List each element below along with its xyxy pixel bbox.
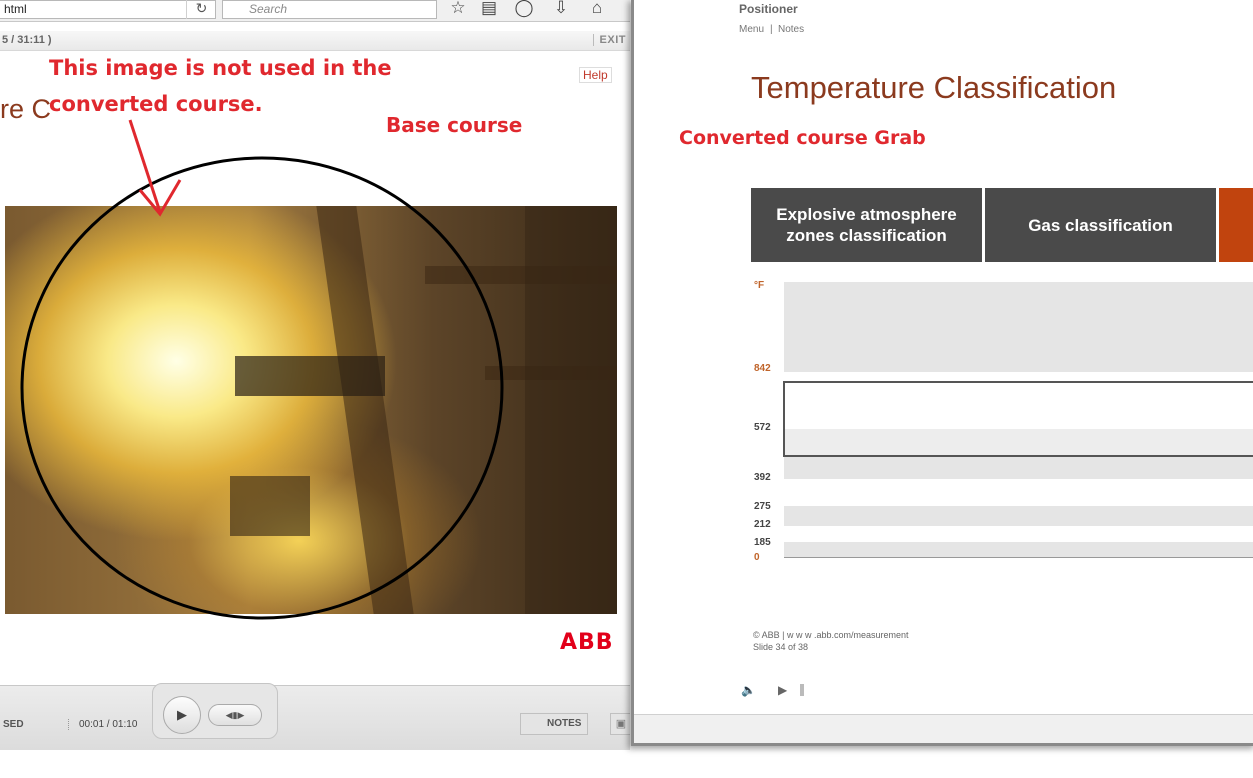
temp-label-212: 212 xyxy=(754,519,771,530)
page-title: Temperature Classification xyxy=(751,70,1117,105)
column-header-accent[interactable] xyxy=(1219,188,1253,262)
elapsed-label: SED xyxy=(3,719,24,730)
furnace-photo xyxy=(5,206,617,614)
annotation-converted-course: Converted course Grab xyxy=(679,127,926,149)
window-footer xyxy=(634,714,1253,743)
time-counter: 00:01 / 01:10 xyxy=(68,719,137,730)
column-header-gas[interactable]: Gas classification xyxy=(985,188,1216,262)
temp-label-0: 0 xyxy=(754,552,760,563)
home-icon[interactable]: ⌂ xyxy=(586,0,608,17)
column-header-zones[interactable]: Explosive atmosphere zones classificatio… xyxy=(751,188,982,262)
fullscreen-icon[interactable]: ▣ xyxy=(610,713,630,735)
help-button[interactable]: Help xyxy=(579,67,612,83)
browser-toolbar: html ↻ ⚲ Search ☆ ▤ ◯ ⇩ ⌂ xyxy=(0,0,630,22)
temp-label-842: 842 xyxy=(754,363,771,374)
temp-label-275: 275 xyxy=(754,501,771,512)
annotation-base-course: Base course xyxy=(386,113,523,137)
progress-bar[interactable] xyxy=(800,684,804,696)
slide-title: re C xyxy=(0,94,52,124)
copyright: © ABB | w w w .abb.com/measurement xyxy=(753,630,909,640)
temp-label-185: 185 xyxy=(754,537,771,548)
play-button[interactable]: ▶ xyxy=(163,696,201,734)
reading-list-icon[interactable]: ▤ xyxy=(478,0,500,17)
temp-band-t6 xyxy=(784,542,1253,557)
total-time: 5 / 31:11 ) xyxy=(2,34,52,46)
seek-icon: ◀▮▶ xyxy=(225,710,245,720)
notes-button[interactable]: NOTES xyxy=(520,713,588,735)
star-icon[interactable]: ☆ xyxy=(447,0,469,17)
rewind-forward-button[interactable]: ◀▮▶ xyxy=(208,704,262,726)
search-input[interactable]: Search xyxy=(222,0,437,19)
temp-band-t4 xyxy=(784,457,1253,479)
menu-link[interactable]: Menu xyxy=(739,24,764,35)
abb-logo: ABB xyxy=(560,630,614,655)
temp-label-392: 392 xyxy=(754,472,771,483)
annotation-note: This image is not used in the converted … xyxy=(49,56,392,116)
desktop: html ↻ ⚲ Search ☆ ▤ ◯ ⇩ ⌂ 5 / 31:11 ) EX… xyxy=(0,0,1253,778)
slide-counter: Slide 34 of 38 xyxy=(753,642,809,652)
course-name: Positioner xyxy=(739,2,798,16)
notes-link[interactable]: Notes xyxy=(778,24,804,35)
pocket-icon[interactable]: ◯ xyxy=(513,0,535,17)
temp-band-t1 xyxy=(784,282,1253,372)
selected-band[interactable] xyxy=(783,381,1253,457)
playback-dock: ▶ ◀▮▶ xyxy=(152,683,278,739)
play-icon[interactable]: ▶ xyxy=(778,683,787,697)
play-icon: ▶ xyxy=(177,707,187,722)
converted-course-window: Positioner Menu | Notes Temperature Clas… xyxy=(631,0,1253,746)
download-icon[interactable]: ⇩ xyxy=(550,0,572,17)
reload-icon[interactable]: ↻ xyxy=(186,0,216,19)
axis-baseline xyxy=(784,557,1253,558)
player-header: 5 / 31:11 ) EXIT xyxy=(0,31,630,51)
exit-button[interactable]: EXIT xyxy=(592,34,626,46)
nav-separator: | xyxy=(770,24,773,35)
temp-band-t5 xyxy=(784,506,1253,526)
address-bar[interactable]: html xyxy=(0,0,216,19)
temp-label-572: 572 xyxy=(754,422,771,433)
volume-icon[interactable]: 🔈 xyxy=(741,683,756,697)
axis-unit: °F xyxy=(754,280,765,291)
player-controls: SED 00:01 / 01:10 ▶ ◀▮▶ ▤ NOTES ▣ xyxy=(0,683,630,750)
